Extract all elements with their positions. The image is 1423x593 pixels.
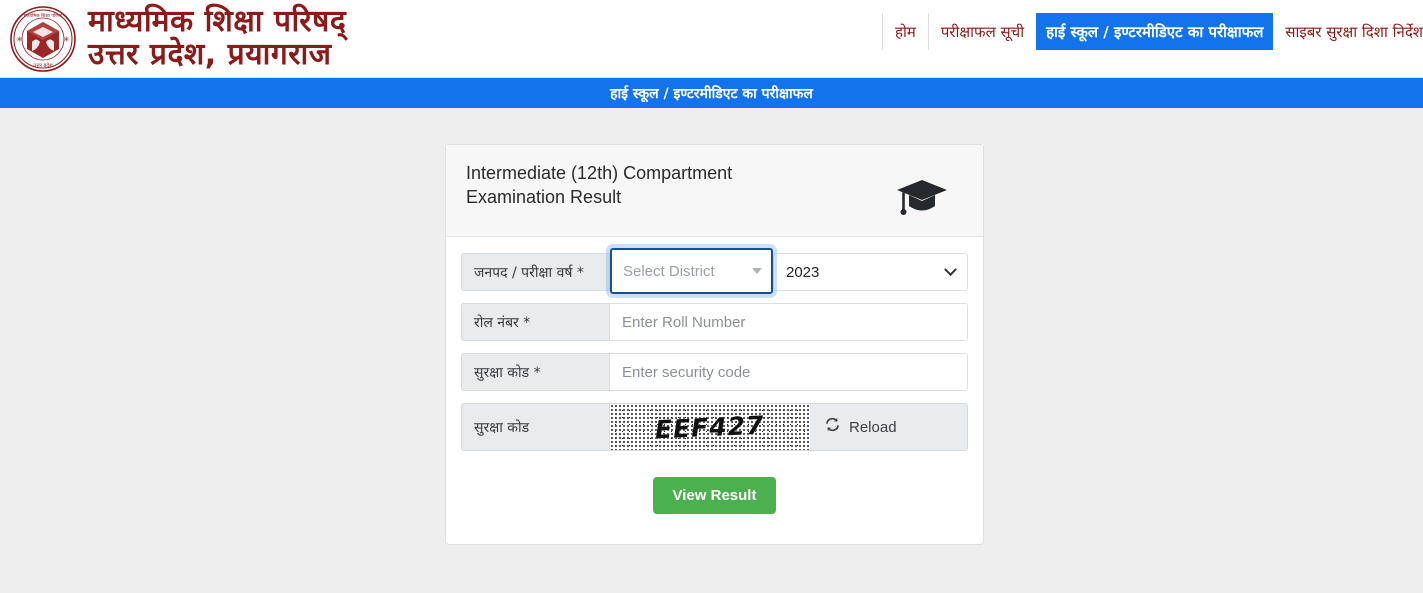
main-navigation: होम परीक्षाफल सूची हाई स्कूल / इण्टरमीडि… xyxy=(882,13,1423,50)
nav-item-result-list[interactable]: परीक्षाफल सूची xyxy=(927,13,1036,50)
card-body: जनपद / परीक्षा वर्ष * Select District 20… xyxy=(446,237,983,544)
banner-title: हाई स्कूल / इण्टरमीडिएट का परीक्षाफल xyxy=(610,85,813,102)
submit-row: View Result xyxy=(461,477,968,514)
captcha-image: EEF427 xyxy=(610,403,810,451)
nav-item-home[interactable]: होम xyxy=(882,13,928,50)
reload-label: Reload xyxy=(849,418,897,436)
brand-title: माध्यमिक शिक्षा परिषद् उत्तर प्रदेश, प्र… xyxy=(88,4,347,72)
board-emblem-icon: माध्यमिक शिक्षा परिषद् उत्तर प्रदेश ✳ ✳ xyxy=(8,4,78,74)
page-banner: हाई स्कूल / इण्टरमीडिएट का परीक्षाफल xyxy=(0,78,1423,108)
brand-line-2: उत्तर प्रदेश, प्रयागराज xyxy=(88,36,332,72)
view-result-button[interactable]: View Result xyxy=(652,477,777,514)
district-year-row: जनपद / परीक्षा वर्ष * Select District 20… xyxy=(461,248,968,294)
year-select[interactable]: 2023 xyxy=(773,253,968,291)
svg-text:✳: ✳ xyxy=(16,35,23,44)
roll-number-row: रोल नंबर * Enter Roll Number xyxy=(461,303,968,341)
chevron-down-icon xyxy=(944,262,957,276)
captcha-text: EEF427 xyxy=(654,410,766,444)
reload-captcha-button[interactable]: Reload xyxy=(810,403,968,451)
page-title: Intermediate (12th) Compartment Examinat… xyxy=(466,163,733,208)
captcha-row: सुरक्षा कोड EEF427 Reload xyxy=(461,403,968,451)
svg-text:उत्तर प्रदेश: उत्तर प्रदेश xyxy=(33,62,53,69)
security-code-label: सुरक्षा कोड * xyxy=(461,353,610,391)
security-code-input[interactable]: Enter security code xyxy=(610,353,968,391)
year-select-value: 2023 xyxy=(786,263,820,281)
refresh-icon xyxy=(824,416,841,438)
nav-item-cyber-security-guidelines[interactable]: साइबर सुरक्षा दिशा निर्देश xyxy=(1273,13,1423,50)
captcha-label: सुरक्षा कोड xyxy=(461,403,610,451)
brand-line-1: माध्यमिक शिक्षा परिषद् xyxy=(88,4,347,40)
card-header: Intermediate (12th) Compartment Examinat… xyxy=(446,145,983,237)
site-header: माध्यमिक शिक्षा परिषद् उत्तर प्रदेश ✳ ✳ … xyxy=(0,0,1423,78)
page-body: Intermediate (12th) Compartment Examinat… xyxy=(0,108,1423,593)
district-year-label: जनपद / परीक्षा वर्ष * xyxy=(461,253,610,291)
roll-number-label: रोल नंबर * xyxy=(461,303,610,341)
nav-item-highschool-intermediate-result[interactable]: हाई स्कूल / इण्टरमीडिएट का परीक्षाफल xyxy=(1036,13,1274,50)
result-form-card: Intermediate (12th) Compartment Examinat… xyxy=(445,144,984,545)
security-code-row: सुरक्षा कोड * Enter security code xyxy=(461,353,968,391)
roll-number-input[interactable]: Enter Roll Number xyxy=(610,303,968,341)
graduation-cap-icon xyxy=(895,177,949,222)
district-select[interactable]: Select District xyxy=(610,248,773,294)
chevron-down-icon xyxy=(752,268,762,274)
brand: माध्यमिक शिक्षा परिषद् उत्तर प्रदेश ✳ ✳ … xyxy=(0,4,346,74)
svg-text:✳: ✳ xyxy=(63,35,70,44)
district-select-wrapper: Select District xyxy=(610,248,773,294)
svg-text:माध्यमिक शिक्षा परिषद्: माध्यमिक शिक्षा परिषद् xyxy=(24,12,63,19)
district-select-value: Select District xyxy=(623,262,715,280)
